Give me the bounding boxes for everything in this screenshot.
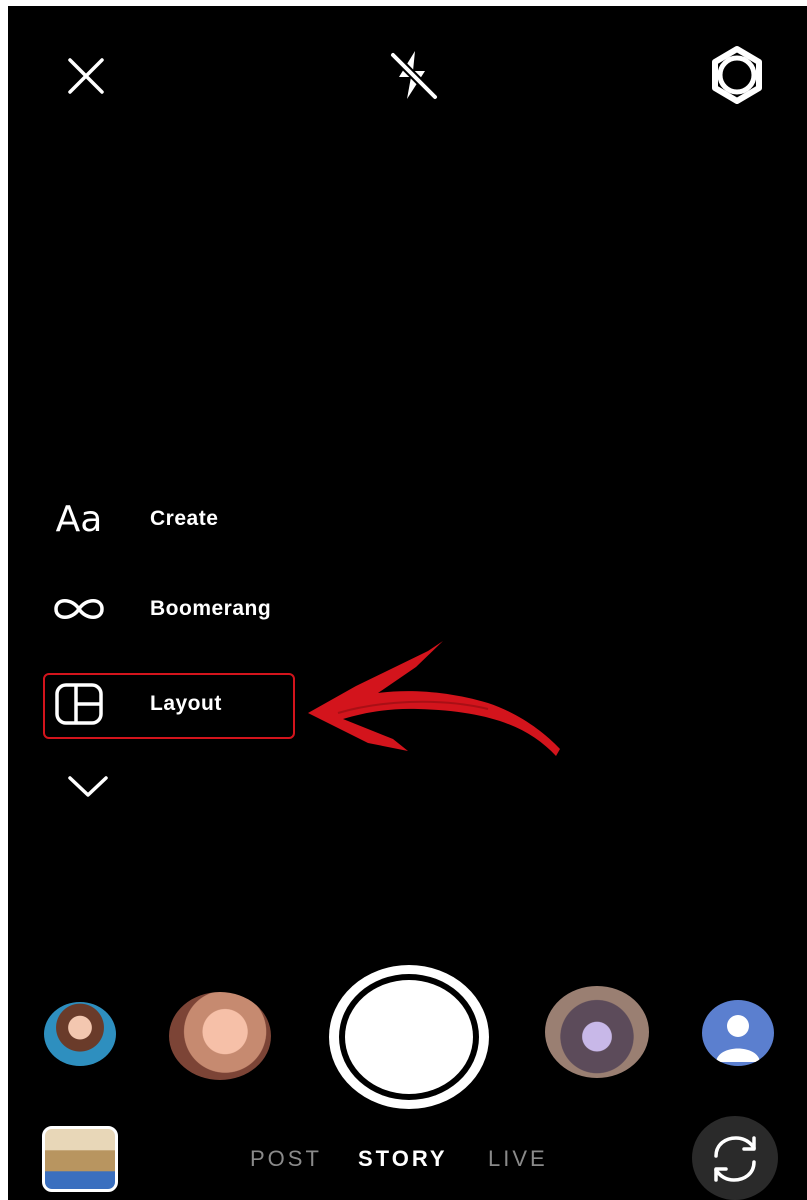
expand-menu-button[interactable] [60,764,116,808]
effect-avatar-1[interactable] [44,1002,116,1066]
layout-highlight-box [43,673,295,739]
capture-button[interactable] [326,962,492,1112]
close-button[interactable] [58,48,114,104]
effect-avatar-2[interactable] [169,992,271,1080]
boomerang-mode-item[interactable]: Boomerang [44,576,296,642]
person-icon [716,1015,760,1062]
shutter-ring [329,965,489,1109]
infinity-icon [44,594,114,624]
gallery-thumbnail[interactable] [42,1126,118,1192]
boomerang-label: Boomerang [150,597,272,620]
close-icon [68,58,104,94]
mode-live[interactable]: LIVE [488,1146,548,1172]
flash-toggle-button[interactable] [378,42,448,108]
mode-post[interactable]: POST [250,1146,322,1172]
create-label: Create [150,507,219,530]
camera-flip-icon [714,1136,756,1182]
settings-button[interactable] [702,42,772,108]
camera-screen: Aa Create Boomerang Layout POST STORY LI… [8,6,807,1200]
chevron-down-icon [68,776,108,797]
text-aa-icon: Aa [55,498,103,540]
effect-avatar-5[interactable] [702,1000,774,1066]
create-mode-item[interactable]: Aa Create [44,486,296,552]
camera-flip-button[interactable] [692,1116,778,1200]
settings-gear-icon [712,46,762,104]
flash-off-icon [390,51,438,100]
mode-story[interactable]: STORY [358,1146,448,1172]
effect-avatar-4[interactable] [545,986,649,1078]
annotation-arrow [308,641,560,756]
